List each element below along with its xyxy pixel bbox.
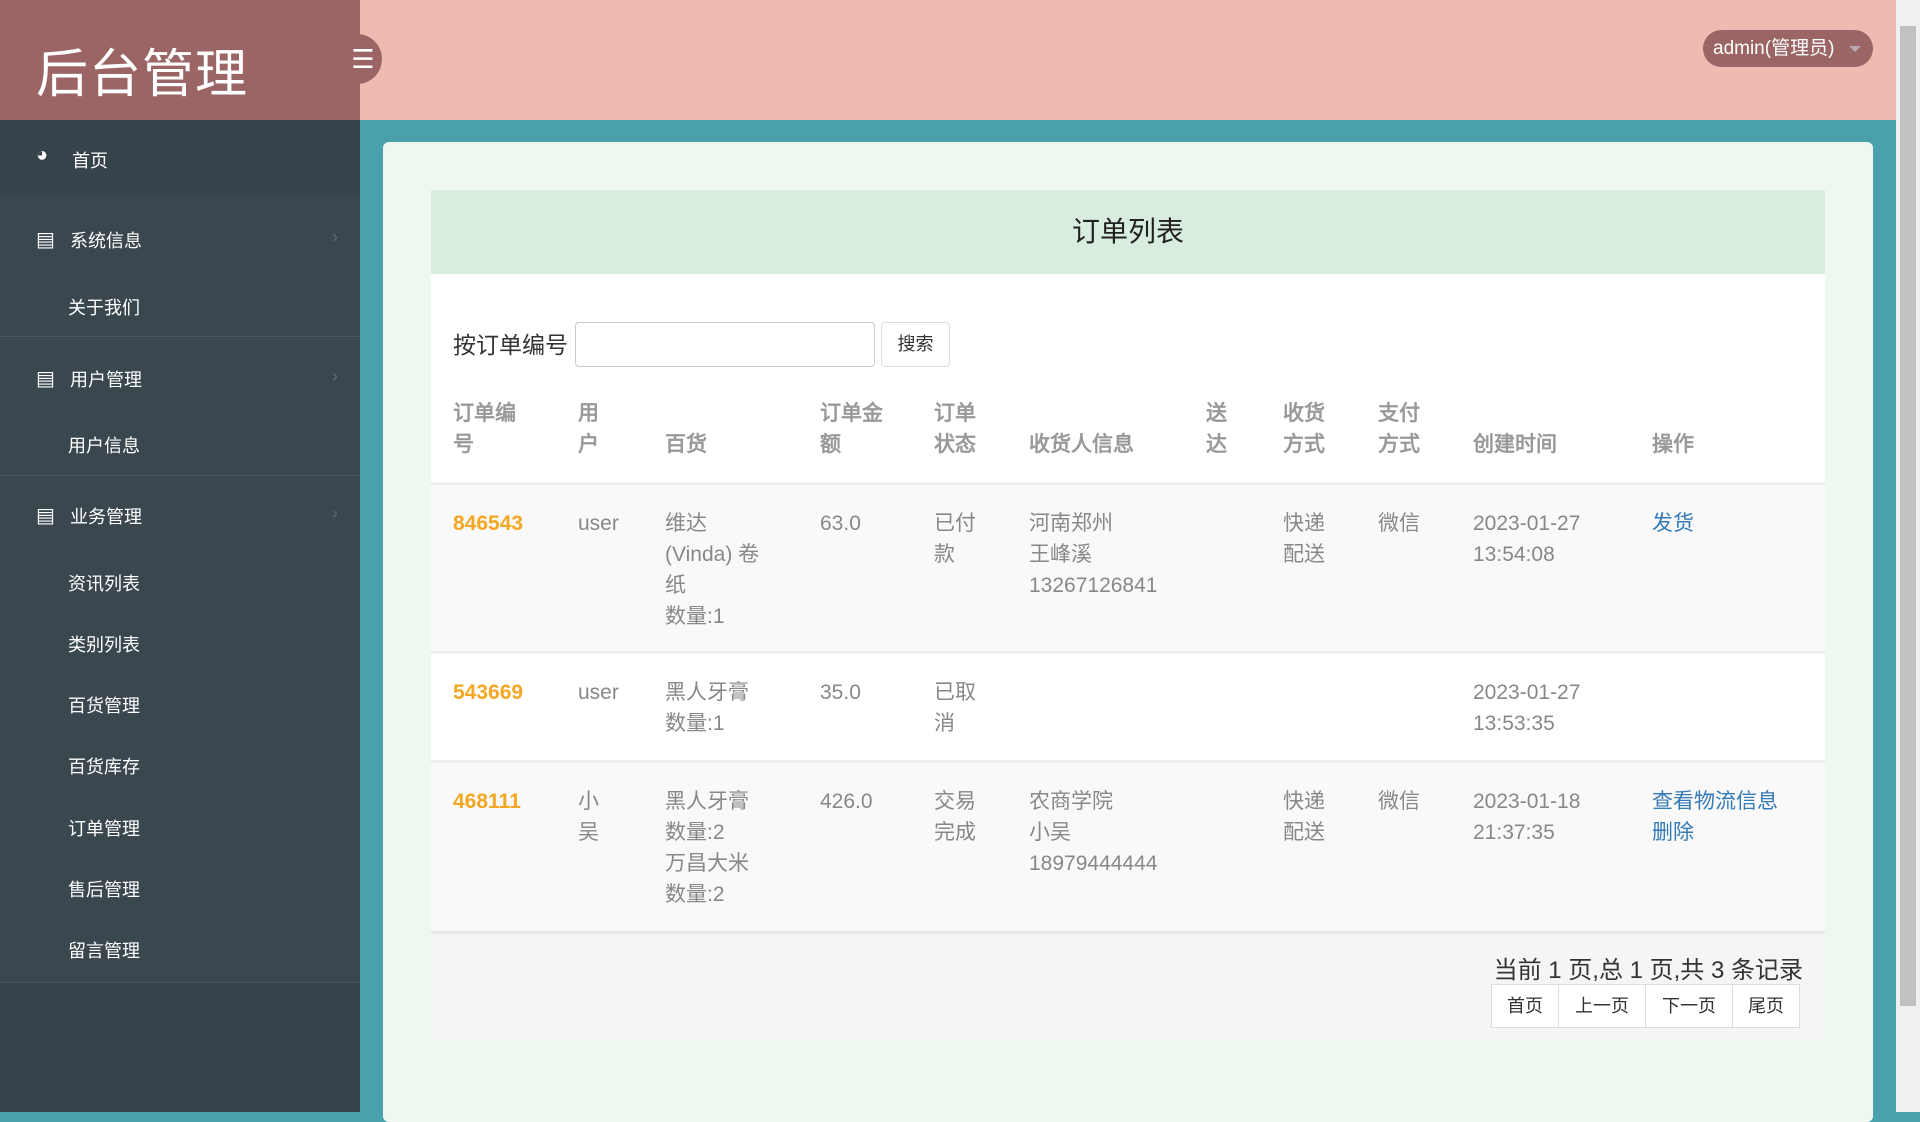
column-header: 收货人信息 (1029, 433, 1134, 456)
cell-order-id[interactable]: 468111 (453, 786, 521, 817)
sidebar-item-label: 用户管理 (70, 370, 142, 390)
column-header: 订单 状态 (934, 402, 976, 456)
caret-down-icon (1849, 46, 1861, 52)
action-link[interactable]: 发货 (1652, 508, 1694, 539)
user-menu-dropdown[interactable]: admin(管理员) (1703, 30, 1873, 67)
book-icon: ▤ (36, 505, 55, 527)
cell-status: 已付 款 (934, 512, 976, 566)
book-icon: ▤ (36, 368, 55, 390)
cell-order-id[interactable]: 543669 (453, 677, 523, 708)
pagination-info: 当前 1 页,总 1 页,共 3 条记录 (1493, 957, 1803, 984)
pagination: 当前 1 页,总 1 页,共 3 条记录 首页 上一页 下一页 尾页 (431, 931, 1825, 1041)
scrollbar-thumb[interactable] (1900, 26, 1916, 1006)
dashboard-icon: ◕ (36, 144, 49, 166)
cell-payment-method: 微信 (1378, 790, 1420, 813)
column-header: 送 达 (1206, 402, 1227, 456)
cell-amount: 426.0 (820, 790, 873, 813)
book-icon: ▤ (36, 229, 55, 251)
cell-receiver: 农商学院 小吴 18979444444 (1029, 790, 1158, 875)
column-header: 用 户 (578, 402, 599, 456)
cell-created-time: 2023-01-27 13:53:35 (1473, 681, 1581, 735)
chevron-right-icon: › (332, 503, 338, 523)
column-header: 订单金 额 (820, 402, 883, 456)
top-header (360, 0, 1896, 120)
action-link[interactable]: 查看物流信息 (1652, 786, 1778, 817)
column-header: 操作 (1652, 433, 1694, 456)
action-link[interactable]: 删除 (1652, 817, 1694, 848)
sidebar-item-label: 售后管理 (68, 880, 140, 900)
page-title: 订单列表 (431, 190, 1825, 274)
cell-goods: 维达 (Vinda) 卷 纸 数量:1 (665, 512, 760, 628)
sidebar-item-label: 用户信息 (68, 436, 140, 456)
vertical-scrollbar[interactable] (1896, 0, 1920, 1112)
column-header: 收货 方式 (1283, 402, 1325, 456)
sidebar-item-label: 首页 (72, 151, 108, 171)
chevron-right-icon: › (332, 227, 338, 247)
table-row (431, 651, 1825, 760)
sidebar-item-home[interactable]: ◕ 首页 (0, 120, 360, 197)
cell-status: 已取 消 (934, 681, 976, 735)
cell-shipping-method: 快递 配送 (1283, 790, 1325, 844)
cell-user: 小 吴 (578, 790, 599, 844)
sidebar-item-label: 关于我们 (68, 298, 140, 318)
sidebar-item-label: 业务管理 (70, 507, 142, 527)
cell-shipping-method: 快递 配送 (1283, 512, 1325, 566)
order-list-panel: 订单列表 按订单编号 搜索 订单编 号 用 户百货 订单金 额 订单 状态收货人信息 送… (431, 190, 1825, 1041)
last-page-button[interactable]: 尾页 (1732, 984, 1800, 1028)
column-header: 订单编 号 (453, 402, 516, 456)
sidebar-item-label: 订单管理 (68, 819, 140, 839)
first-page-button[interactable]: 首页 (1491, 984, 1559, 1028)
column-header: 支付 方式 (1378, 402, 1420, 456)
cell-created-time: 2023-01-27 13:54:08 (1473, 512, 1581, 566)
sidebar-item-label: 留言管理 (68, 941, 140, 961)
column-header: 百货 (665, 433, 707, 456)
cell-user: user (578, 512, 619, 535)
search-button[interactable]: 搜索 (881, 322, 950, 367)
menu-toggle-icon[interactable]: ☰ (330, 34, 382, 84)
cell-payment-method: 微信 (1378, 512, 1420, 535)
cell-goods: 黑人牙膏 数量:2 万昌大米 数量:2 (665, 790, 749, 906)
cell-created-time: 2023-01-18 21:37:35 (1473, 790, 1581, 844)
column-header: 创建时间 (1473, 433, 1557, 456)
sidebar-item-label: 资讯列表 (68, 574, 140, 594)
sidebar-item-label: 系统信息 (70, 231, 142, 251)
sidebar: ◕ 首页 ▤ 系统信息 › 关于我们 ▤ 用户管理 › 用户信息 ▤ 业务管理 › 资讯列表… (0, 120, 360, 1112)
order-number-search-input[interactable] (575, 322, 875, 367)
cell-user: user (578, 681, 619, 704)
app-title: 后台管理 (0, 0, 360, 120)
sidebar-item-label: 百货管理 (68, 696, 140, 716)
next-page-button[interactable]: 下一页 (1645, 984, 1733, 1028)
cell-receiver: 河南郑州 王峰溪 13267126841 (1029, 512, 1158, 597)
user-label: admin(管理员) (1713, 38, 1835, 59)
chevron-right-icon: › (332, 366, 338, 386)
cell-status: 交易 完成 (934, 790, 976, 844)
cell-amount: 63.0 (820, 512, 861, 535)
sidebar-item-label: 百货库存 (68, 757, 140, 777)
cell-order-id[interactable]: 846543 (453, 508, 523, 539)
sidebar-item-label: 类别列表 (68, 635, 140, 655)
prev-page-button[interactable]: 上一页 (1558, 984, 1646, 1028)
cell-amount: 35.0 (820, 681, 861, 704)
search-label: 按订单编号 (453, 332, 568, 358)
cell-goods: 黑人牙膏 数量:1 (665, 681, 749, 735)
